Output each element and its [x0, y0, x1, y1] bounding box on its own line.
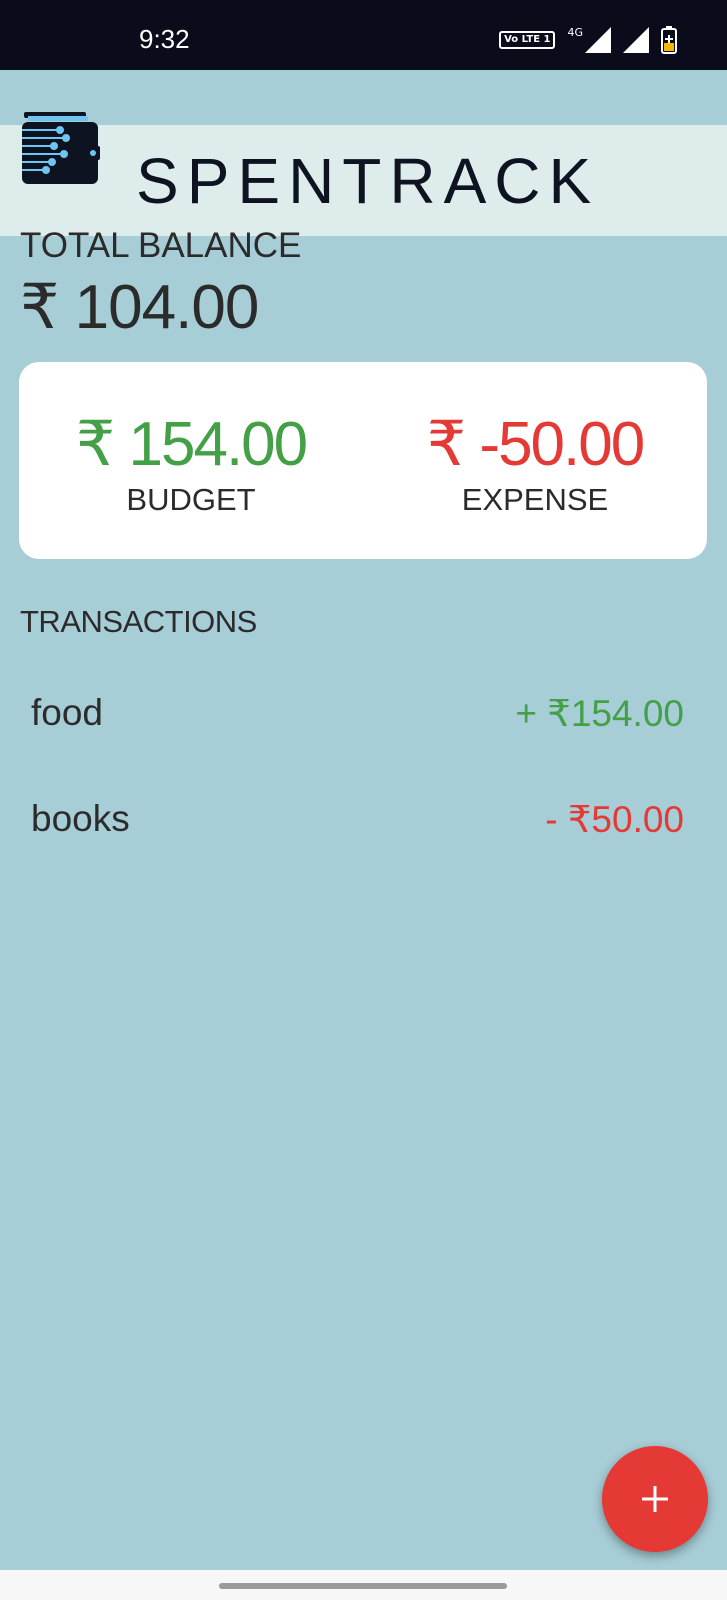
expense-summary: ₹ -50.00 EXPENSE: [363, 362, 707, 559]
status-bar: 9:32 Vo LTE 1 4G: [0, 0, 727, 70]
battery-charging-icon: [661, 26, 677, 54]
transaction-row[interactable]: books - ₹50.00: [31, 798, 684, 848]
budget-amount: ₹ 154.00: [75, 410, 308, 479]
volte-icon: Vo LTE 1: [499, 31, 556, 49]
app-title: SPENTRACK: [136, 145, 600, 217]
total-balance-value: ₹ 104.00: [20, 273, 259, 342]
add-transaction-button[interactable]: [602, 1446, 708, 1552]
status-icons: Vo LTE 1 4G: [499, 26, 677, 54]
status-time: 9:32: [139, 24, 190, 54]
navigation-bar: [0, 1570, 727, 1600]
transactions-heading: TRANSACTIONS: [20, 604, 257, 639]
gesture-handle[interactable]: [219, 1583, 507, 1589]
expense-label: EXPENSE: [461, 482, 609, 517]
budget-summary: ₹ 154.00 BUDGET: [19, 362, 363, 559]
signal-icon: [585, 27, 611, 53]
transaction-row[interactable]: food + ₹154.00: [31, 692, 684, 742]
wallet-circuit-icon: [22, 112, 100, 184]
plus-icon: [642, 1486, 668, 1512]
transaction-name: food: [31, 692, 104, 733]
transaction-name: books: [31, 798, 130, 839]
network-type-label: 4G: [567, 25, 583, 39]
transaction-amount: + ₹154.00: [515, 693, 684, 734]
budget-label: BUDGET: [126, 482, 256, 517]
expense-amount: ₹ -50.00: [426, 410, 645, 479]
transaction-amount: - ₹50.00: [545, 799, 684, 840]
summary-card: ₹ 154.00 BUDGET ₹ -50.00 EXPENSE: [19, 362, 707, 559]
total-balance-label: TOTAL BALANCE: [20, 226, 302, 265]
signal-icon: [623, 27, 649, 53]
